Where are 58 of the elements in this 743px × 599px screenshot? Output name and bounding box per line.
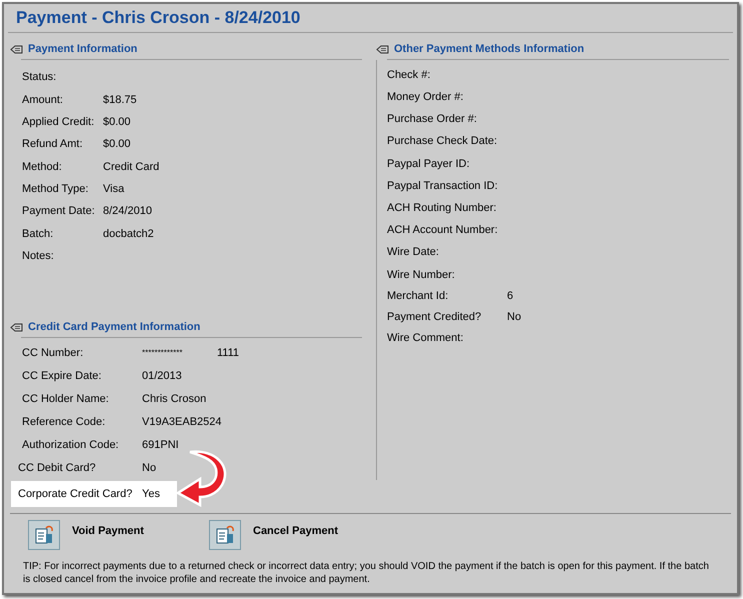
field-label: Status: xyxy=(22,70,58,85)
field-label: Authorization Code: xyxy=(22,438,120,453)
field-value: 691PNI xyxy=(142,438,179,453)
action-button[interactable]: Cancel Payment xyxy=(209,520,373,550)
field-value: $0.00 xyxy=(103,115,131,130)
field-value: V19A3EAB2524 xyxy=(142,414,222,430)
field-value: No xyxy=(142,460,156,476)
section-heading: Payment Information xyxy=(28,42,138,56)
field-label: Reference Code: xyxy=(22,414,106,430)
field-label: Corporate Credit Card? xyxy=(18,487,134,502)
field-label: Purchase Check Date: xyxy=(387,134,498,150)
field-label: Paypal Payer ID: xyxy=(387,156,471,172)
field-value: $18.75 xyxy=(103,92,137,108)
field-label: CC Holder Name: xyxy=(22,392,110,407)
collapse-icon[interactable] xyxy=(376,44,389,54)
action-button[interactable]: Void Payment xyxy=(28,520,192,550)
field-value: docbatch2 xyxy=(103,226,154,242)
field-label: ACH Routing Number: xyxy=(387,200,498,216)
field-label: CC Expire Date: xyxy=(22,368,102,384)
field-label: Paypal Transaction ID: xyxy=(387,178,499,194)
field-label: Method: xyxy=(22,160,63,175)
field-label: Wire Date: xyxy=(387,245,440,260)
section-heading: Credit Card Payment Information xyxy=(28,320,200,334)
field-label: Amount: xyxy=(22,92,64,108)
field-value: Credit Card xyxy=(103,160,160,175)
field-label: ACH Account Number: xyxy=(387,223,499,238)
field-label: Check #: xyxy=(387,68,432,83)
field-label: Money Order #: xyxy=(387,90,464,106)
field-label: CC Debit Card? xyxy=(18,460,97,476)
field-label: Purchase Order #: xyxy=(387,112,478,128)
field-value: No xyxy=(507,310,522,326)
field-label: Wire Comment: xyxy=(387,331,464,346)
field-value: 8/24/2010 xyxy=(103,204,152,220)
field-value: $0.00 xyxy=(103,137,131,152)
document-icon xyxy=(28,520,60,550)
field-label: Merchant Id: xyxy=(387,289,450,304)
tip-text: TIP: For incorrect payments due to a returned check or incorrect data entry; you should VOID the payment if the batch is open for this payment. If the batch is closed cancel from the invoice profile and recreate the invoice and payment. xyxy=(22,560,710,586)
field-value: Chris Croson xyxy=(142,392,206,407)
field-value: ************* xyxy=(142,346,184,359)
field-value: 1111 xyxy=(217,346,240,361)
section-heading: Other Payment Methods Information xyxy=(394,42,584,56)
field-label: Wire Number: xyxy=(387,268,456,283)
field-value: 6 xyxy=(507,289,514,304)
field-value: Visa xyxy=(103,182,124,198)
field-label: Applied Credit: xyxy=(22,115,96,130)
field-label: Batch: xyxy=(22,226,54,242)
field-label: Method Type: xyxy=(22,182,90,198)
field-label: Payment Credited? xyxy=(387,310,482,326)
field-label: Notes: xyxy=(22,248,55,264)
collapse-icon[interactable] xyxy=(10,44,23,54)
field-label: Refund Amt: xyxy=(22,137,84,152)
collapse-icon[interactable] xyxy=(10,322,23,332)
field-label: CC Number: xyxy=(22,346,84,361)
document-icon xyxy=(209,520,241,550)
field-value: 01/2013 xyxy=(142,368,182,384)
field-label: Payment Date: xyxy=(22,204,96,220)
window-title: Payment - Chris Croson - 8/24/2010 xyxy=(16,8,300,27)
field-value: Yes xyxy=(142,487,160,502)
